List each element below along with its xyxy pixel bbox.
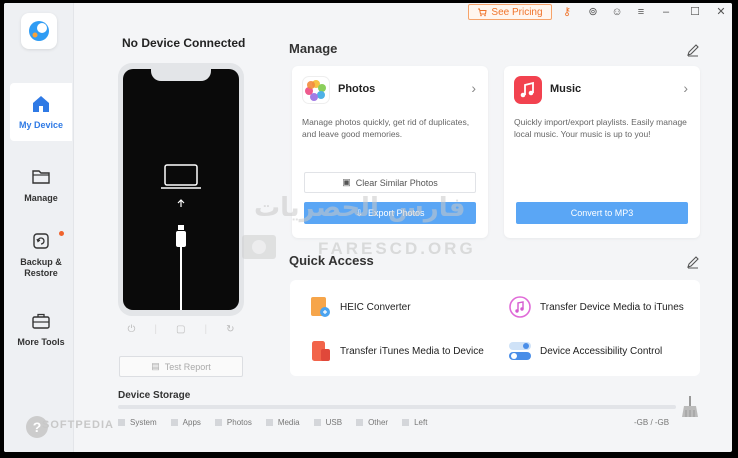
sidebar-item-label: Backup & Restore	[20, 257, 62, 278]
photos-icon	[302, 76, 330, 104]
music-icon	[514, 76, 542, 104]
test-report-button[interactable]: ▤ Test Report	[119, 356, 243, 377]
legend-item: Other	[356, 418, 388, 427]
phone-notch	[151, 69, 211, 81]
toggle-icon	[509, 342, 531, 360]
report-icon: ▤	[151, 361, 160, 371]
legend-item: USB	[313, 418, 342, 427]
convert-to-mp3-button[interactable]: Convert to MP3	[516, 202, 688, 224]
transfer-itunes-to-device-item[interactable]: Transfer iTunes Media to Device	[308, 339, 484, 363]
legend-item: Media	[265, 418, 300, 427]
sidebar-item-label: More Tools	[17, 336, 65, 347]
sidebar-item-label: My Device	[18, 119, 64, 130]
close-icon[interactable]: ✕	[714, 5, 728, 19]
test-report-label: Test Report	[164, 361, 211, 372]
feedback-icon[interactable]: ☺	[610, 5, 624, 19]
see-pricing-button[interactable]: See Pricing	[468, 4, 552, 20]
screenshot-icon[interactable]: ▢	[176, 324, 185, 335]
music-description: Quickly import/export playlists. Easily …	[514, 117, 687, 139]
watermark-arabic-text: فارس الحصريات	[254, 193, 466, 223]
phone-transfer-icon	[312, 341, 330, 361]
title-bar: See Pricing ⚷ ⊚ ☺ ≡ – ☐ ✕	[74, 3, 732, 21]
legend-item: Apps	[170, 418, 201, 427]
folder-icon	[32, 169, 50, 184]
device-status-title: No Device Connected	[122, 36, 246, 50]
photos-description: Manage photos quickly, get rid of duplic…	[302, 117, 470, 139]
sidebar-item-more-tools[interactable]: More Tools	[10, 300, 72, 358]
qa-label: Device Accessibility Control	[540, 345, 663, 357]
phone-illustration	[118, 63, 244, 316]
sidebar-item-my-device[interactable]: My Device	[10, 83, 72, 141]
download-icon[interactable]: ⊚	[586, 5, 600, 19]
home-icon	[33, 95, 49, 112]
legend-item: Left	[402, 418, 427, 427]
sidebar-item-backup-restore[interactable]: Backup & Restore	[10, 223, 72, 287]
device-accessibility-control-item[interactable]: Device Accessibility Control	[508, 339, 662, 363]
storage-size: -GB / -GB	[634, 418, 670, 427]
broom-icon[interactable]	[680, 396, 700, 418]
music-title: Music	[550, 83, 582, 95]
disc-logo-icon	[242, 235, 276, 259]
itunes-icon	[509, 296, 531, 318]
refresh-icon[interactable]: ↻	[226, 324, 234, 335]
app-window: My Device Manage Backup & Restore More T…	[4, 3, 732, 452]
storage-title: Device Storage	[118, 390, 191, 401]
image-icon: ▣	[342, 177, 351, 187]
see-pricing-label: See Pricing	[491, 6, 543, 18]
cart-icon	[478, 8, 487, 17]
music-card[interactable]: Music › Quickly import/export playlists.…	[504, 66, 700, 238]
photos-title: Photos	[338, 83, 376, 95]
legend-item: System	[118, 418, 157, 427]
chevron-right-icon[interactable]: ›	[683, 80, 688, 96]
legend-item: Photos	[214, 418, 252, 427]
phone-screen	[123, 69, 239, 310]
qa-label: HEIC Converter	[340, 301, 411, 313]
notification-dot	[59, 231, 64, 236]
storage-bar	[118, 405, 676, 409]
qa-label: Transfer Device Media to iTunes	[540, 301, 684, 313]
edit-icon[interactable]	[686, 43, 700, 57]
toolbox-icon	[32, 313, 50, 329]
key-icon[interactable]: ⚷	[560, 5, 574, 19]
menu-icon[interactable]: ≡	[634, 5, 648, 19]
transfer-device-to-itunes-item[interactable]: Transfer Device Media to iTunes	[508, 295, 684, 319]
power-icon[interactable]: ⏻	[128, 324, 136, 335]
sidebar: My Device Manage Backup & Restore More T…	[4, 3, 74, 452]
maximize-icon[interactable]: ☐	[688, 5, 702, 19]
backup-icon	[33, 233, 49, 249]
quick-access-title: Quick Access	[289, 253, 374, 268]
chevron-right-icon[interactable]: ›	[471, 80, 476, 96]
sidebar-item-manage[interactable]: Manage	[10, 156, 72, 214]
clear-similar-photos-label: Clear Similar Photos	[355, 177, 438, 188]
connect-cable-illustration	[161, 164, 201, 310]
softpedia-watermark: SOFTPEDIA	[42, 419, 114, 431]
quick-access-card: HEIC Converter Transfer Device Media to …	[290, 280, 700, 376]
manage-section-title: Manage	[289, 41, 338, 56]
storage-legend: System Apps Photos Media USB Other Left	[118, 418, 427, 427]
heic-converter-item[interactable]: HEIC Converter	[308, 295, 411, 319]
convert-to-mp3-label: Convert to MP3	[570, 208, 634, 218]
minimize-icon[interactable]: –	[659, 5, 673, 19]
heic-converter-icon	[311, 297, 330, 317]
edit-icon[interactable]	[686, 255, 700, 269]
phone-controls: ⏻ | ▢ | ↻	[127, 323, 235, 335]
qa-label: Transfer iTunes Media to Device	[340, 345, 484, 357]
sidebar-item-label: Manage	[24, 192, 58, 203]
app-logo	[21, 13, 57, 49]
